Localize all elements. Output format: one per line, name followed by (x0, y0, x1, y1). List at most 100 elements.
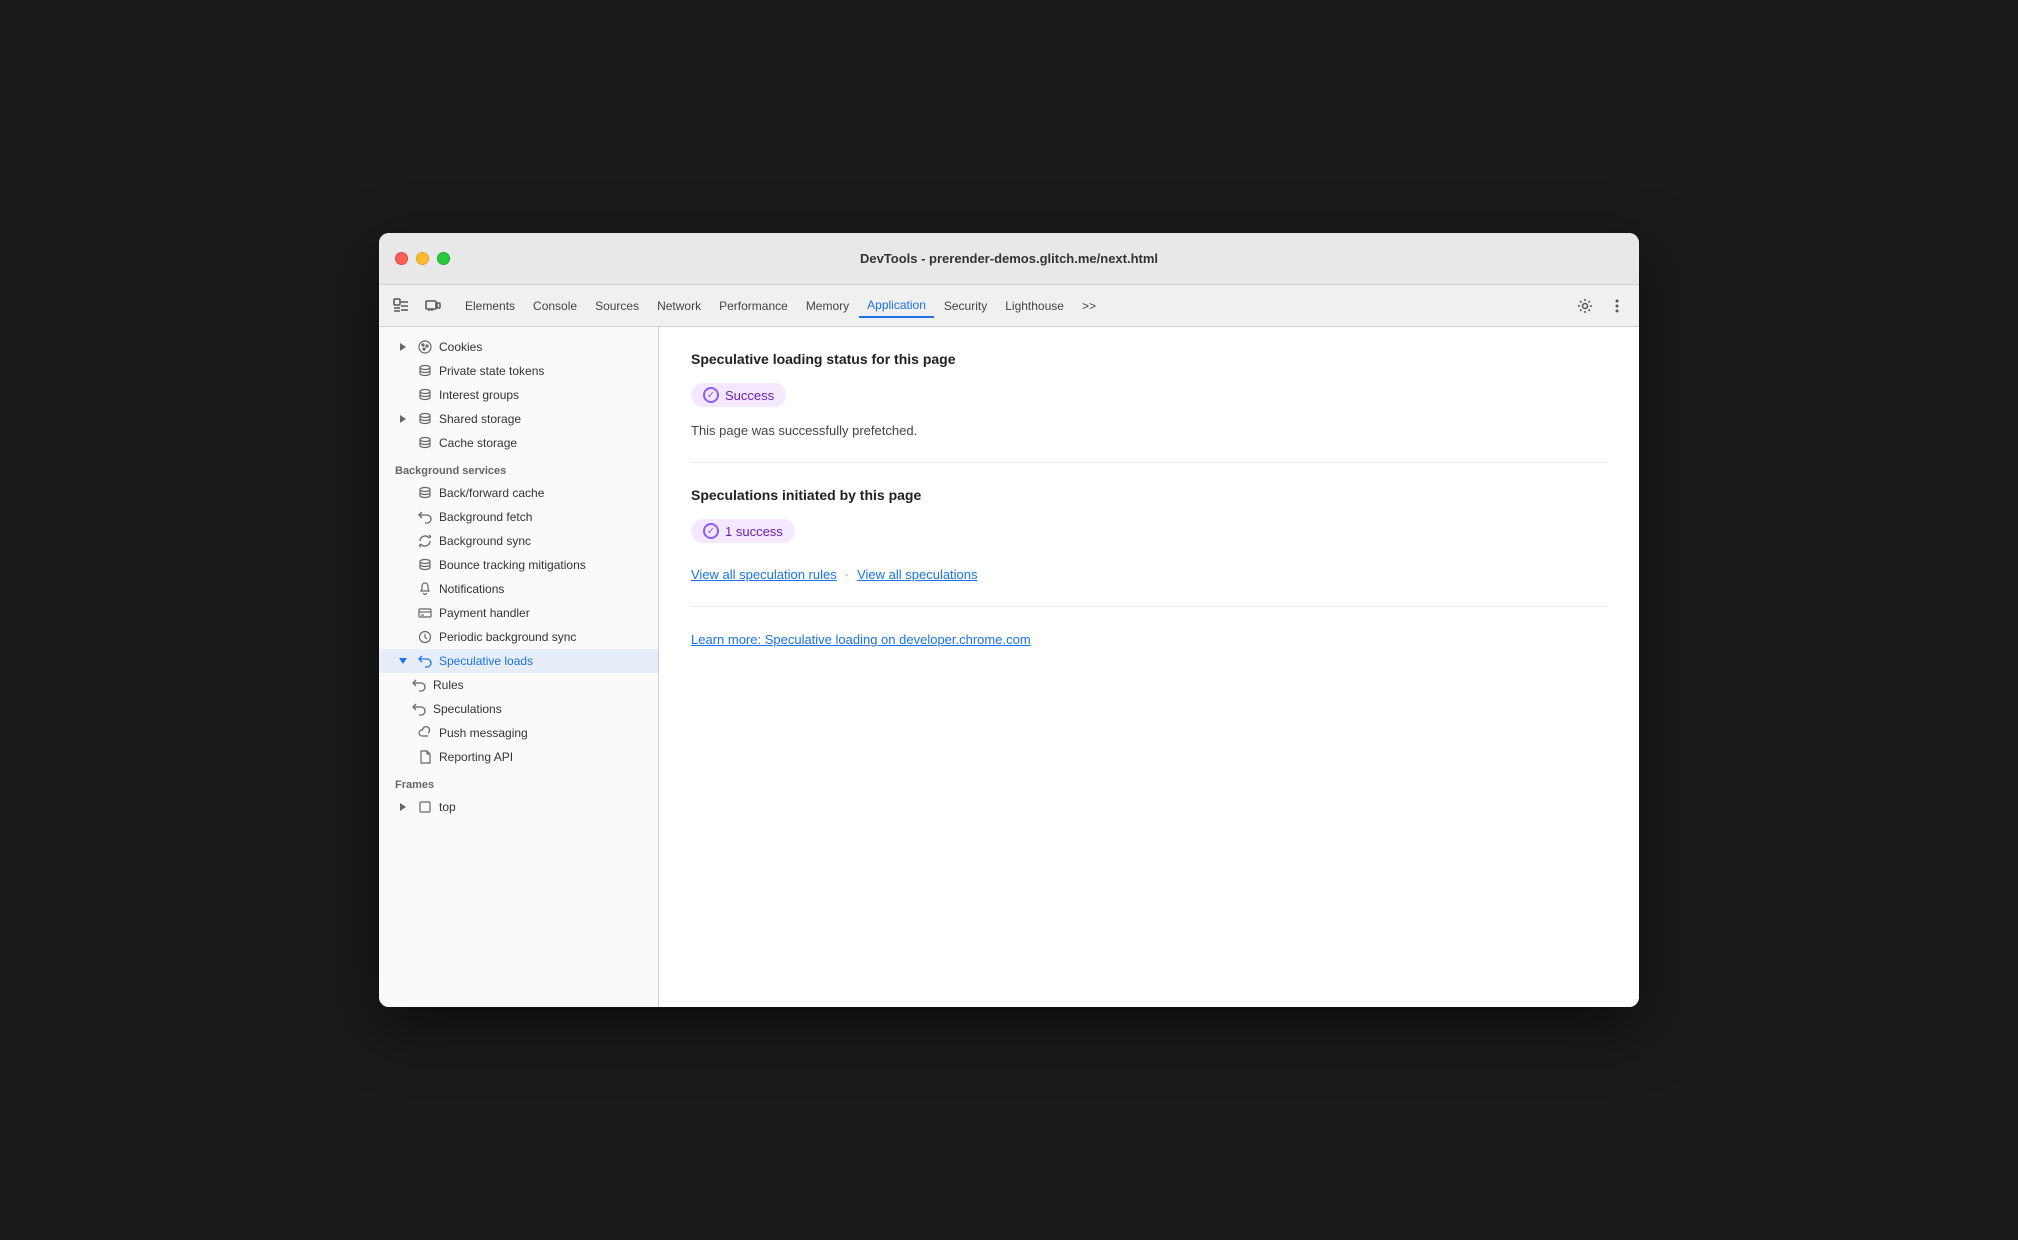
card-icon (417, 605, 433, 621)
sidebar: Cookies Private state tokens (379, 327, 659, 1007)
db-icon-bounce (417, 557, 433, 573)
sidebar-item-payment[interactable]: Payment handler (379, 601, 658, 625)
triangle-right-icon-2 (395, 411, 411, 427)
bg-services-label: Background services (379, 455, 658, 481)
sidebar-label-cookies: Cookies (439, 340, 482, 354)
learn-more-link[interactable]: Learn more: Speculative loading on devel… (691, 632, 1031, 647)
frames-section-label: Frames (379, 769, 658, 795)
check-icon-2: ✓ (703, 523, 719, 539)
settings-icon[interactable] (1571, 292, 1599, 320)
sidebar-item-bg-sync[interactable]: Background sync (379, 529, 658, 553)
minimize-button[interactable] (416, 252, 429, 265)
db-icon-bfcache (417, 485, 433, 501)
sidebar-label-speculative: Speculative loads (439, 654, 533, 668)
titlebar: DevTools - prerender-demos.glitch.me/nex… (379, 233, 1639, 285)
arrows-icon-rules (411, 677, 427, 693)
tab-network[interactable]: Network (649, 295, 709, 317)
divider2 (691, 606, 1607, 607)
sidebar-item-speculations[interactable]: Speculations (379, 697, 658, 721)
tab-lighthouse[interactable]: Lighthouse (997, 295, 1072, 317)
toolbar: Elements Console Sources Network Perform… (379, 285, 1639, 327)
sidebar-item-periodic-sync[interactable]: Periodic background sync (379, 625, 658, 649)
section1-description: This page was successfully prefetched. (691, 423, 1607, 438)
sidebar-label-speculations-child: Speculations (433, 702, 502, 716)
success-badge-label: Success (725, 388, 774, 403)
section-learn-more: Learn more: Speculative loading on devel… (691, 631, 1607, 649)
cookie-icon (417, 339, 433, 355)
triangle-right-icon (395, 339, 411, 355)
sidebar-item-top[interactable]: top (379, 795, 658, 819)
sidebar-item-speculative-loads[interactable]: Speculative loads (379, 649, 658, 673)
db-icon-private (417, 363, 433, 379)
tab-security[interactable]: Security (936, 295, 995, 317)
arrows-icon-speculations (411, 701, 427, 717)
triangle-right-icon-3 (395, 799, 411, 815)
more-options-icon[interactable] (1603, 292, 1631, 320)
sidebar-label-cache: Cache storage (439, 436, 517, 450)
db-icon-shared (417, 411, 433, 427)
tab-elements[interactable]: Elements (457, 295, 523, 317)
toolbar-right (1571, 292, 1631, 320)
link-row: View all speculation rules · View all sp… (691, 567, 1607, 582)
devtools-window: DevTools - prerender-demos.glitch.me/nex… (379, 233, 1639, 1007)
sidebar-item-cookies[interactable]: Cookies (379, 335, 658, 359)
sidebar-label-top: top (439, 800, 456, 814)
sidebar-label-shared: Shared storage (439, 412, 521, 426)
sidebar-label-bg-fetch: Background fetch (439, 510, 532, 524)
sidebar-label-private-state: Private state tokens (439, 364, 544, 378)
sidebar-item-bfcache[interactable]: Back/forward cache (379, 481, 658, 505)
window-title: DevTools - prerender-demos.glitch.me/nex… (860, 251, 1158, 266)
more-tabs-button[interactable]: >> (1074, 295, 1104, 317)
db-icon-cache (417, 435, 433, 451)
tab-memory[interactable]: Memory (798, 295, 857, 317)
success-count-label: 1 success (725, 524, 783, 539)
sidebar-label-push: Push messaging (439, 726, 528, 740)
sidebar-label-payment: Payment handler (439, 606, 530, 620)
sidebar-label-rules: Rules (433, 678, 464, 692)
arrows-icon-fetch (417, 509, 433, 525)
db-icon-interest (417, 387, 433, 403)
sidebar-label-notifications: Notifications (439, 582, 504, 596)
sidebar-item-notifications[interactable]: Notifications (379, 577, 658, 601)
divider1 (691, 462, 1607, 463)
sidebar-item-reporting[interactable]: Reporting API (379, 745, 658, 769)
traffic-lights (395, 252, 450, 265)
sidebar-label-bfcache: Back/forward cache (439, 486, 544, 500)
tab-console[interactable]: Console (525, 295, 585, 317)
sidebar-label-periodic-sync: Periodic background sync (439, 630, 576, 644)
sidebar-label-bounce: Bounce tracking mitigations (439, 558, 586, 572)
success-badge: ✓ Success (691, 383, 786, 407)
device-icon[interactable] (419, 292, 447, 320)
arrows-icon-spec (417, 653, 433, 669)
view-rules-link[interactable]: View all speculation rules (691, 567, 837, 582)
sidebar-item-bounce[interactable]: Bounce tracking mitigations (379, 553, 658, 577)
section-speculations-initiated: Speculations initiated by this page ✓ 1 … (691, 487, 1607, 582)
sidebar-label-interest: Interest groups (439, 388, 519, 402)
sidebar-item-bg-fetch[interactable]: Background fetch (379, 505, 658, 529)
bell-icon (417, 581, 433, 597)
maximize-button[interactable] (437, 252, 450, 265)
toolbar-left-icons (387, 292, 447, 320)
sidebar-label-reporting: Reporting API (439, 750, 513, 764)
sidebar-item-cache[interactable]: Cache storage (379, 431, 658, 455)
sidebar-item-rules[interactable]: Rules (379, 673, 658, 697)
sidebar-item-shared-storage[interactable]: Shared storage (379, 407, 658, 431)
check-icon: ✓ (703, 387, 719, 403)
inspect-icon[interactable] (387, 292, 415, 320)
success-count-badge: ✓ 1 success (691, 519, 795, 543)
sync-icon (417, 533, 433, 549)
frame-icon (417, 799, 433, 815)
doc-icon (417, 749, 433, 765)
tab-application[interactable]: Application (859, 294, 934, 318)
sidebar-item-push[interactable]: Push messaging (379, 721, 658, 745)
tab-sources[interactable]: Sources (587, 295, 647, 317)
view-speculations-link[interactable]: View all speculations (857, 567, 977, 582)
section1-title: Speculative loading status for this page (691, 351, 1607, 367)
section2-title: Speculations initiated by this page (691, 487, 1607, 503)
cloud-icon (417, 725, 433, 741)
tab-performance[interactable]: Performance (711, 295, 796, 317)
close-button[interactable] (395, 252, 408, 265)
separator: · (845, 567, 849, 582)
sidebar-item-private-state[interactable]: Private state tokens (379, 359, 658, 383)
sidebar-item-interest[interactable]: Interest groups (379, 383, 658, 407)
